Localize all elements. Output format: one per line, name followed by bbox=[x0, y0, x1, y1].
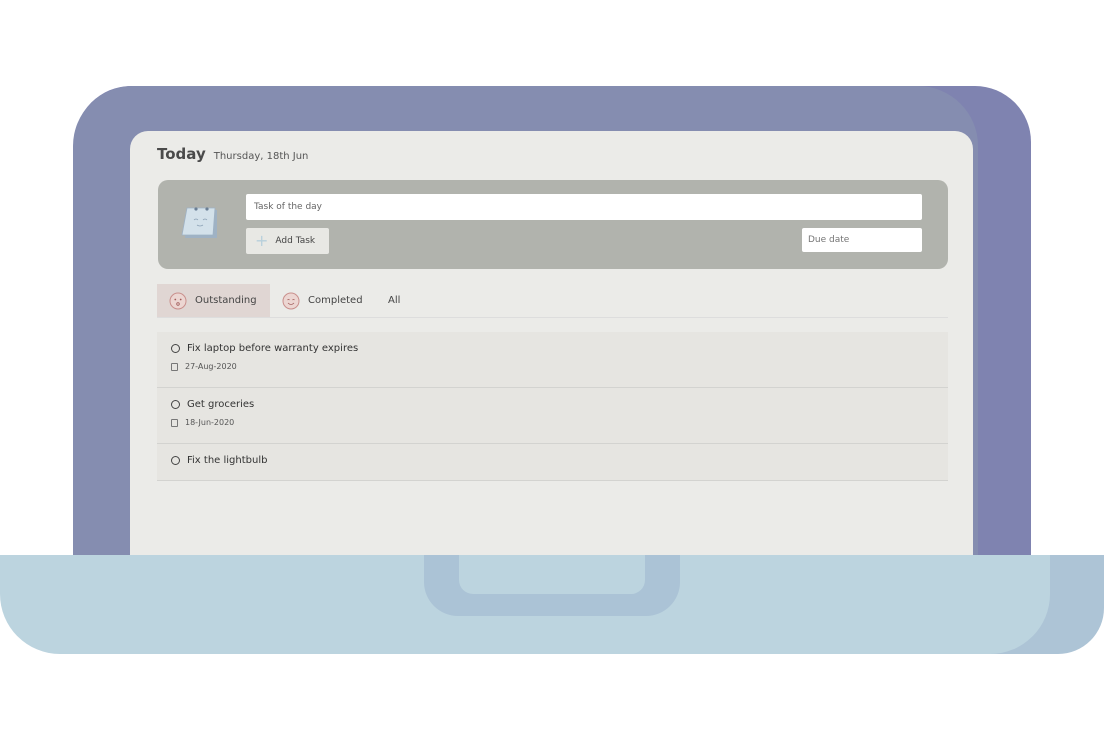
tab-outstanding[interactable]: Outstanding bbox=[157, 284, 270, 317]
sad-face-icon bbox=[169, 292, 187, 309]
task-title: Fix the lightbulb bbox=[187, 455, 268, 466]
due-date-input[interactable] bbox=[802, 228, 922, 252]
laptop-hinge-inner bbox=[459, 555, 645, 594]
page-header: Today Thursday, 18th Jun bbox=[157, 145, 308, 163]
task-list: Fix laptop before warranty expires 27-Au… bbox=[157, 332, 948, 481]
tab-completed[interactable]: Completed bbox=[270, 284, 375, 317]
task-due-date: 27-Aug-2020 bbox=[185, 362, 237, 371]
page-title: Today bbox=[157, 145, 206, 163]
tab-outstanding-label: Outstanding bbox=[195, 295, 257, 306]
task-checkbox[interactable] bbox=[171, 400, 180, 409]
add-task-button[interactable]: + Add Task bbox=[246, 228, 329, 254]
list-item: Fix laptop before warranty expires 27-Au… bbox=[157, 332, 948, 388]
task-input[interactable] bbox=[246, 194, 922, 220]
calendar-small-icon bbox=[171, 362, 178, 371]
task-title: Fix laptop before warranty expires bbox=[187, 343, 359, 354]
task-due-date: 18-Jun-2020 bbox=[185, 418, 235, 427]
calendar-small-icon bbox=[171, 418, 178, 427]
filter-tabs: Outstanding Completed All bbox=[157, 284, 948, 318]
task-checkbox[interactable] bbox=[171, 456, 180, 465]
list-item: Fix the lightbulb bbox=[157, 444, 948, 481]
tab-all-label: All bbox=[388, 295, 401, 306]
add-task-label: Add Task bbox=[275, 236, 316, 246]
add-task-panel: + Add Task bbox=[158, 180, 948, 269]
plus-icon: + bbox=[255, 231, 269, 250]
calendar-icon bbox=[181, 207, 217, 238]
current-date: Thursday, 18th Jun bbox=[213, 151, 309, 162]
tab-all[interactable]: All bbox=[376, 284, 412, 317]
tab-completed-label: Completed bbox=[308, 295, 363, 306]
task-title: Get groceries bbox=[187, 399, 255, 410]
task-checkbox[interactable] bbox=[171, 344, 180, 353]
app-screen: Today Thursday, 18th Jun + Add Task Outs… bbox=[130, 131, 973, 561]
list-item: Get groceries 18-Jun-2020 bbox=[157, 388, 948, 444]
smile-face-icon bbox=[282, 292, 300, 309]
